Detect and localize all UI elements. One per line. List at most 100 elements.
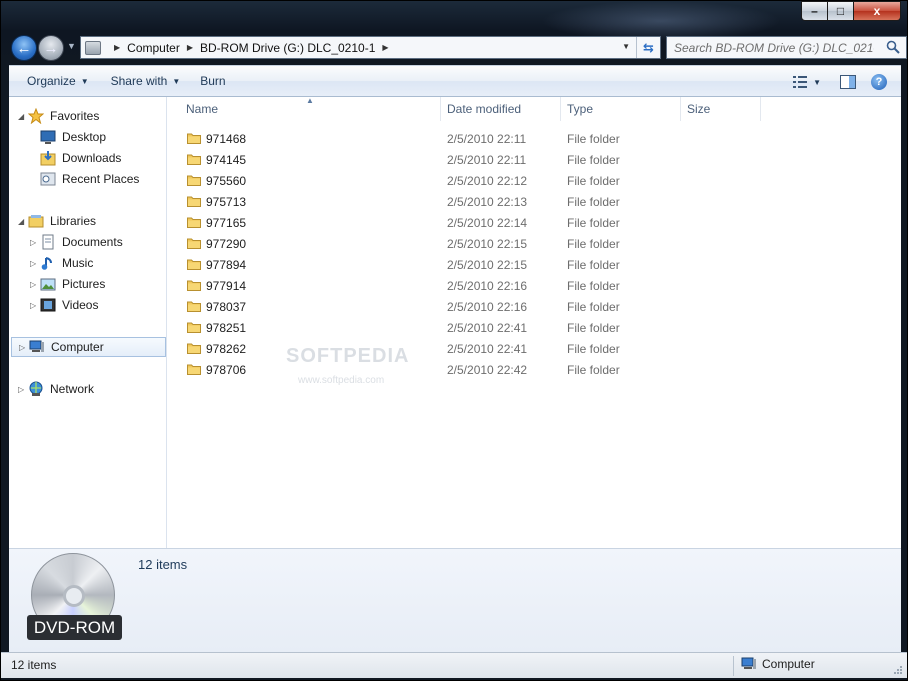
search-icon[interactable]	[886, 40, 900, 54]
file-row[interactable]: 974145 2/5/2010 22:11 File folder	[168, 149, 901, 170]
file-date-modified: 2/5/2010 22:12	[447, 173, 528, 188]
file-type: File folder	[567, 131, 620, 146]
arrow-left-icon: ←	[16, 39, 32, 57]
tree-item-downloads[interactable]: Downloads	[9, 148, 166, 168]
music-icon	[41, 257, 52, 270]
file-row[interactable]: 978251 2/5/2010 22:41 File folder	[168, 317, 901, 338]
help-icon[interactable]: ?	[871, 74, 887, 90]
details-item-count: 12 items	[138, 557, 188, 572]
column-header-size[interactable]: Size	[681, 97, 761, 121]
drive-icon	[85, 40, 101, 55]
column-header-row: Name ▲ Date modified Type Size	[168, 96, 901, 121]
file-type: File folder	[567, 341, 620, 356]
file-name: 977290	[206, 236, 247, 251]
expand-arrow-icon[interactable]: ▷	[18, 385, 28, 394]
column-header-date-modified[interactable]: Date modified	[441, 97, 561, 121]
tree-item-label: Computer	[51, 340, 104, 354]
file-name: 971468	[206, 131, 247, 146]
libraries-icon	[28, 215, 44, 228]
refresh-icon: ⇆	[643, 39, 654, 55]
desktop-icon	[40, 130, 56, 144]
chevron-down-icon: ▼	[80, 76, 89, 86]
breadcrumb-drive[interactable]: BD-ROM Drive (G:) DLC_0210-1	[200, 41, 375, 55]
tree-item-libraries[interactable]: ◢ Libraries	[9, 211, 166, 231]
tree-item-network[interactable]: ▷ Network	[9, 379, 166, 399]
expand-arrow-icon[interactable]: ▷	[30, 301, 40, 310]
chevron-right-icon[interactable]: ▶	[114, 43, 120, 52]
tree-item-label: Network	[50, 382, 95, 396]
computer-icon	[29, 340, 44, 352]
details-pane: DVD-ROM 12 items	[9, 548, 901, 652]
expand-arrow-icon[interactable]: ▷	[30, 280, 40, 289]
file-row[interactable]: 977290 2/5/2010 22:15 File folder	[168, 233, 901, 254]
tree-item-recent-places[interactable]: Recent Places	[9, 169, 166, 189]
change-view-icon[interactable]	[791, 73, 809, 91]
organize-menu[interactable]: Organize ▼	[17, 65, 99, 97]
file-name: 975713	[206, 194, 247, 209]
expand-arrow-icon[interactable]: ▷	[30, 259, 40, 268]
minimize-button[interactable]: –	[801, 1, 828, 21]
file-date-modified: 2/5/2010 22:13	[447, 194, 528, 209]
tree-item-pictures[interactable]: ▷ Pictures	[9, 274, 166, 294]
file-row[interactable]: 978262 2/5/2010 22:41 File folder	[168, 338, 901, 359]
address-dropdown-icon[interactable]: ▼	[622, 42, 630, 51]
forward-button[interactable]: →	[38, 35, 64, 61]
sort-ascending-icon: ▲	[306, 96, 314, 105]
expand-arrow-icon[interactable]: ▷	[30, 238, 40, 247]
file-name: 978262	[206, 341, 247, 356]
file-row[interactable]: 978706 2/5/2010 22:42 File folder	[168, 359, 901, 380]
file-type: File folder	[567, 236, 620, 251]
breadcrumb-computer[interactable]: Computer	[127, 41, 180, 55]
tree-item-label: Pictures	[62, 277, 106, 291]
dvd-drive-icon: DVD-ROM	[27, 553, 122, 645]
file-row[interactable]: 977894 2/5/2010 22:15 File folder	[168, 254, 901, 275]
expand-arrow-icon[interactable]: ◢	[18, 217, 28, 226]
maximize-button[interactable]: □	[828, 1, 854, 21]
recent-pages-dropdown[interactable]: ▼	[67, 41, 76, 51]
file-row[interactable]: 978037 2/5/2010 22:16 File folder	[168, 296, 901, 317]
file-type: File folder	[567, 320, 620, 335]
tree-item-videos[interactable]: ▷ Videos	[9, 295, 166, 315]
file-row[interactable]: 975713 2/5/2010 22:13 File folder	[168, 191, 901, 212]
refresh-button[interactable]: ⇆	[636, 37, 660, 58]
file-row[interactable]: 975560 2/5/2010 22:12 File folder	[168, 170, 901, 191]
content-area: ◢ Favorites Desktop Downloads Recent Pla…	[9, 96, 901, 548]
resize-grip-icon[interactable]	[893, 665, 903, 675]
tree-item-desktop[interactable]: Desktop	[9, 127, 166, 147]
expand-arrow-icon[interactable]: ▷	[19, 343, 29, 352]
file-type: File folder	[567, 152, 620, 167]
view-options-dropdown-icon[interactable]: ▼	[813, 78, 821, 87]
search-box[interactable]	[666, 36, 907, 59]
chevron-right-icon[interactable]: ▶	[382, 43, 388, 52]
command-bar: Organize ▼ Share with ▼ Burn ▼ ?	[9, 65, 901, 97]
arrow-right-icon: →	[43, 39, 59, 57]
preview-pane-icon[interactable]	[839, 73, 857, 91]
address-bar[interactable]: ▶ Computer ▶ BD-ROM Drive (G:) DLC_0210-…	[80, 36, 661, 59]
navigation-pane: ◢ Favorites Desktop Downloads Recent Pla…	[9, 97, 167, 548]
share-with-label: Share with	[110, 74, 168, 88]
share-with-menu[interactable]: Share with ▼	[101, 65, 191, 97]
file-row[interactable]: 977165 2/5/2010 22:14 File folder	[168, 212, 901, 233]
star-icon	[28, 108, 44, 124]
file-row[interactable]: 971468 2/5/2010 22:11 File folder	[168, 128, 901, 149]
expand-arrow-icon[interactable]: ◢	[18, 112, 28, 121]
column-label: Name	[186, 102, 219, 116]
column-header-type[interactable]: Type	[561, 97, 681, 121]
file-date-modified: 2/5/2010 22:15	[447, 257, 528, 272]
close-button[interactable]: x	[854, 1, 901, 21]
tree-item-computer[interactable]: ▷ Computer	[11, 337, 166, 357]
status-item-count: 12 items	[11, 658, 57, 672]
file-type: File folder	[567, 278, 620, 293]
back-button[interactable]: ←	[11, 35, 37, 61]
tree-item-label: Recent Places	[62, 172, 140, 186]
file-row[interactable]: 977914 2/5/2010 22:16 File folder	[168, 275, 901, 296]
search-input[interactable]	[674, 40, 874, 55]
chevron-right-icon[interactable]: ▶	[187, 43, 193, 52]
tree-item-favorites[interactable]: ◢ Favorites	[9, 106, 166, 126]
tree-item-music[interactable]: ▷ Music	[9, 253, 166, 273]
computer-icon	[741, 657, 756, 669]
pictures-icon	[40, 278, 56, 291]
burn-button[interactable]: Burn	[190, 65, 235, 97]
tree-item-label: Documents	[62, 235, 123, 249]
tree-item-documents[interactable]: ▷ Documents	[9, 232, 166, 252]
